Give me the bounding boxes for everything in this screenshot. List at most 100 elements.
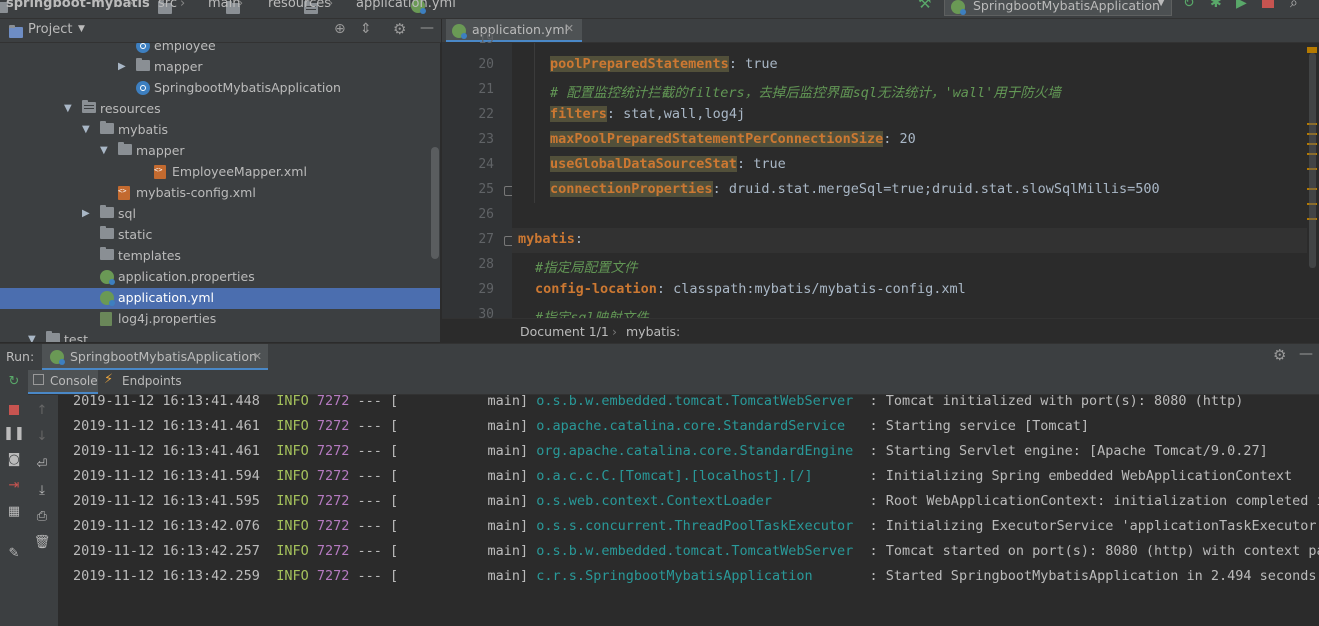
console-output[interactable]: 2019-11-12 16:13:41.448 INFO 7272 --- [ … xyxy=(58,395,1319,626)
layout-icon[interactable]: ▦ xyxy=(0,504,28,526)
print-icon[interactable]: ⎙ xyxy=(28,509,56,531)
code-line[interactable]: useGlobalDataSourceStat: true xyxy=(550,156,786,172)
rerun-icon[interactable]: ↻ xyxy=(1183,0,1195,11)
tree-item[interactable]: SpringbootMybatisApplication xyxy=(0,78,440,99)
log-line[interactable]: 2019-11-12 16:13:42.076 INFO 7272 --- [ … xyxy=(73,518,1319,534)
gear-icon[interactable]: ⚙ xyxy=(1273,346,1286,364)
search-everywhere-icon[interactable]: ⌕ xyxy=(1290,0,1298,11)
line-number: 25 xyxy=(478,182,494,197)
log-line[interactable]: 2019-11-12 16:13:41.594 INFO 7272 --- [ … xyxy=(73,468,1292,484)
code-line[interactable]: mybatis: xyxy=(518,231,583,247)
log-thread: --- [ main] xyxy=(349,518,537,534)
log-pid: 7272 xyxy=(308,418,350,434)
log-line[interactable]: 2019-11-12 16:13:41.448 INFO 7272 --- [ … xyxy=(73,395,1243,409)
build-hammer-icon[interactable]: ⚒ xyxy=(918,0,931,12)
collapsed-arrow-icon[interactable]: ▶ xyxy=(118,61,126,72)
tree-item[interactable]: static xyxy=(0,225,440,246)
stop-icon[interactable] xyxy=(1262,0,1274,8)
folder-icon xyxy=(100,205,114,218)
code-line[interactable]: # 配置监控统计拦截的filters，去掉后监控界面sql无法统计，'wall'… xyxy=(550,81,1061,101)
log-line[interactable]: 2019-11-12 16:13:41.461 INFO 7272 --- [ … xyxy=(73,443,1268,459)
up-arrow-icon[interactable]: ↑ xyxy=(28,403,56,425)
tree-item[interactable]: mybatis-config.xml xyxy=(0,183,440,204)
tree-item[interactable]: log4j.properties xyxy=(0,309,440,330)
expanded-arrow-icon[interactable]: ▼ xyxy=(64,103,72,114)
debug-bug-icon[interactable]: ✱ xyxy=(1210,0,1222,11)
breadcrumb-file[interactable]: application.yml xyxy=(356,0,456,11)
tree-item[interactable]: application.properties xyxy=(0,267,440,288)
tree-item[interactable]: ▼ resources xyxy=(0,99,440,120)
xml-file-icon xyxy=(154,165,166,179)
collapse-all-icon[interactable]: ⇕ xyxy=(360,21,372,37)
tree-item[interactable]: ▶ sql xyxy=(0,204,440,225)
breadcrumb-src[interactable]: src xyxy=(158,0,177,11)
log-timestamp: 2019-11-12 16:13:41.594 xyxy=(73,468,277,484)
log-line[interactable]: 2019-11-12 16:13:42.257 INFO 7272 --- [ … xyxy=(73,543,1319,559)
stop-icon[interactable] xyxy=(0,400,28,422)
document-indicator[interactable]: Document 1/1 xyxy=(520,324,609,339)
editor-scrollbar[interactable] xyxy=(1307,43,1319,318)
code-line[interactable]: connectionProperties: druid.stat.mergeSq… xyxy=(550,181,1160,197)
breadcrumb-resources[interactable]: resources xyxy=(268,0,331,11)
project-panel-title[interactable]: Project xyxy=(28,22,72,37)
expanded-arrow-icon[interactable]: ▼ xyxy=(28,334,36,342)
project-tree-scrollbar[interactable] xyxy=(431,147,439,259)
log-level: INFO xyxy=(276,443,309,459)
gear-icon[interactable]: ⚙ xyxy=(393,20,406,38)
log-pid: 7272 xyxy=(308,518,350,534)
camera-icon[interactable]: ◙ xyxy=(0,452,28,474)
tree-item[interactable]: application.yml xyxy=(0,288,440,309)
code-value: : classpath:mybatis/mybatis-config.xml xyxy=(656,281,966,297)
chevron-down-icon[interactable]: ▼ xyxy=(78,24,85,34)
log-line[interactable]: 2019-11-12 16:13:41.595 INFO 7272 --- [ … xyxy=(73,493,1319,509)
log-thread: --- [ main] xyxy=(349,493,537,509)
scroll-to-end-icon[interactable]: ⤓ xyxy=(28,483,56,505)
minimize-icon[interactable]: — xyxy=(1299,346,1313,362)
pin-icon[interactable]: ✎ xyxy=(0,546,28,568)
log-line[interactable]: 2019-11-12 16:13:41.461 INFO 7272 --- [ … xyxy=(73,418,1089,434)
collapsed-arrow-icon[interactable]: ▶ xyxy=(82,208,90,219)
close-icon[interactable]: ✕ xyxy=(565,22,574,35)
code-line[interactable]: config-location: classpath:mybatis/mybat… xyxy=(535,281,966,297)
code-editor[interactable]: testOnReturn: false poolPreparedStatement… xyxy=(512,43,1307,318)
tree-item[interactable]: ▼ mybatis xyxy=(0,120,440,141)
expanded-arrow-icon[interactable]: ▼ xyxy=(100,145,108,156)
code-line[interactable]: filters: stat,wall,log4j xyxy=(550,106,745,122)
code-line[interactable]: #指定sql映射文件 xyxy=(535,306,649,318)
log-line[interactable]: 2019-11-12 16:13:42.259 INFO 7272 --- [ … xyxy=(73,568,1319,584)
minimize-icon[interactable]: — xyxy=(420,20,434,36)
code-line[interactable]: maxPoolPreparedStatementPerConnectionSiz… xyxy=(550,131,916,147)
yaml-path[interactable]: mybatis: xyxy=(626,324,680,339)
tree-item[interactable]: EmployeeMapper.xml xyxy=(0,162,440,183)
run-config-tab[interactable]: SpringbootMybatisApplication ✕ xyxy=(42,344,268,370)
breadcrumb-main[interactable]: main xyxy=(208,0,240,11)
tree-item[interactable]: templates xyxy=(0,246,440,267)
log-logger: o.s.s.concurrent.ThreadPoolTaskExecutor xyxy=(536,518,862,534)
code-line[interactable]: #指定局配置文件 xyxy=(535,256,638,276)
coverage-icon[interactable]: ▶ xyxy=(1236,0,1247,11)
log-thread: --- [ main] xyxy=(349,418,537,434)
run-configuration-select[interactable]: SpringbootMybatisApplication ▼ xyxy=(944,0,1172,16)
down-arrow-icon[interactable]: ↓ xyxy=(28,429,56,451)
tree-item[interactable]: ▼ mapper xyxy=(0,141,440,162)
tab-endpoints[interactable]: ⚡ Endpoints xyxy=(100,370,184,394)
tree-item[interactable]: employee xyxy=(0,43,440,57)
rerun-icon[interactable]: ↻ xyxy=(0,374,28,396)
exit-icon[interactable]: ⇥ xyxy=(0,478,28,500)
tree-item[interactable]: ▼ test xyxy=(0,330,440,342)
code-line[interactable]: testOnReturn: false xyxy=(550,43,704,47)
locate-target-icon[interactable]: ⊕ xyxy=(334,21,346,37)
close-icon[interactable]: ✕ xyxy=(253,350,262,363)
trash-icon[interactable]: 🗑 xyxy=(28,535,56,557)
pause-icon[interactable]: ❚❚ xyxy=(0,426,28,448)
spring-file-icon xyxy=(100,291,115,306)
code-value: : 20 xyxy=(883,131,916,147)
expanded-arrow-icon[interactable]: ▼ xyxy=(82,124,90,135)
log-pid: 7272 xyxy=(308,443,350,459)
soft-wrap-icon[interactable]: ⏎ xyxy=(28,457,56,479)
log-timestamp: 2019-11-12 16:13:42.257 xyxy=(73,543,277,559)
tab-console[interactable]: Console xyxy=(28,370,98,394)
code-line[interactable]: poolPreparedStatements: true xyxy=(550,56,778,72)
editor-scroll-thumb[interactable] xyxy=(1309,53,1316,268)
tree-item[interactable]: ▶ mapper xyxy=(0,57,440,78)
